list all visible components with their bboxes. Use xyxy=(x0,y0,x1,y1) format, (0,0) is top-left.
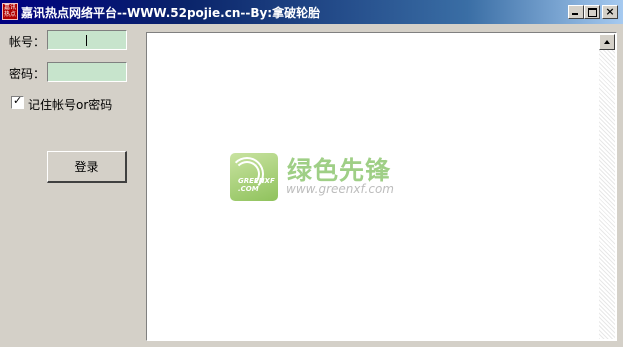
app-window: 嘉讯 热点 嘉讯热点网络平台--WWW.52pojie.cn--By:拿破轮胎 … xyxy=(0,0,623,347)
remember-checkbox[interactable] xyxy=(11,94,24,109)
logo-text-line-2: .COM xyxy=(238,185,259,193)
app-icon[interactable]: 嘉讯 热点 xyxy=(2,3,18,20)
close-button[interactable]: × xyxy=(602,5,618,19)
vertical-scrollbar[interactable] xyxy=(599,34,615,339)
login-button-label: 登录 xyxy=(74,160,99,174)
password-label: 密码： xyxy=(9,67,46,81)
watermark-url: www.greenxf.com xyxy=(286,182,394,196)
window-title: 嘉讯热点网络平台--WWW.52pojie.cn--By:拿破轮胎 xyxy=(21,6,321,20)
app-icon-text-1: 嘉讯 xyxy=(3,4,16,11)
title-bar[interactable]: 嘉讯 热点 嘉讯热点网络平台--WWW.52pojie.cn--By:拿破轮胎 … xyxy=(0,0,623,24)
maximize-button[interactable] xyxy=(584,5,600,19)
content-panel[interactable]: GREENXF .COM 绿色先锋 www.greenxf.com xyxy=(146,32,617,341)
login-button[interactable]: 登录 xyxy=(47,151,127,183)
account-input[interactable] xyxy=(48,31,126,49)
logo-text: GREENXF .COM xyxy=(238,177,275,193)
remember-label[interactable]: 记住帐号or密码 xyxy=(28,96,112,113)
logo-text-line-1: GREENXF xyxy=(238,177,275,185)
password-field[interactable] xyxy=(47,62,127,82)
password-input[interactable] xyxy=(48,63,126,81)
minimize-button[interactable] xyxy=(568,5,584,19)
app-icon-text-2: 热点 xyxy=(3,11,16,18)
scroll-up-button[interactable] xyxy=(599,34,615,50)
account-field[interactable] xyxy=(47,30,127,50)
account-label: 帐号： xyxy=(9,35,46,49)
greenxf-logo: GREENXF .COM xyxy=(230,153,278,201)
close-icon: × xyxy=(605,5,615,18)
text-caret xyxy=(86,35,87,46)
